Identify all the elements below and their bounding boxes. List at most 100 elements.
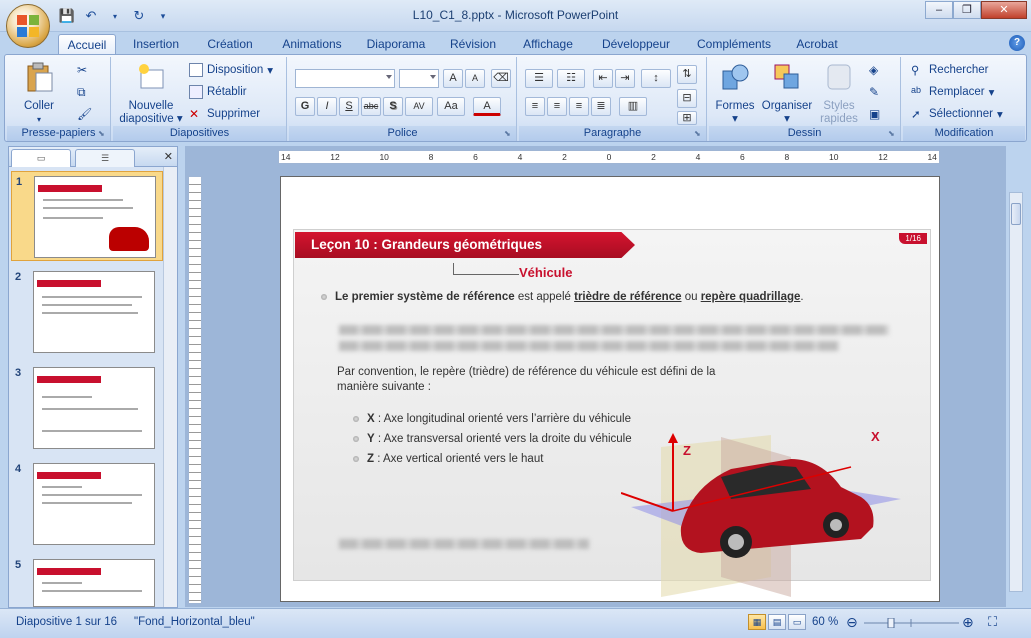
tab-complements[interactable]: Compléments xyxy=(692,34,776,54)
clear-format-icon[interactable]: ⌫ xyxy=(491,69,511,88)
slide-thumbnail[interactable]: 1 xyxy=(11,171,163,261)
bold-button[interactable]: G xyxy=(295,97,315,116)
dialog-launcher-icon[interactable]: ⬊ xyxy=(694,129,704,139)
copy-icon[interactable]: ⧉ xyxy=(77,85,91,99)
font-size-select[interactable] xyxy=(399,69,439,88)
office-button[interactable] xyxy=(6,4,50,48)
close-icon[interactable]: ✕ xyxy=(164,150,173,163)
page-number: 1/16 xyxy=(899,233,927,244)
zoom-in-icon[interactable]: ⊕ xyxy=(962,614,974,631)
smartart-icon[interactable]: ⊞ xyxy=(677,111,697,125)
restore-button[interactable]: ❐ xyxy=(953,1,981,19)
font-color-button[interactable]: A xyxy=(473,97,501,116)
align-text-icon[interactable]: ⊟ xyxy=(677,89,697,108)
slides-pane-scrollbar[interactable] xyxy=(163,167,177,607)
text-direction-icon[interactable]: ⇅ xyxy=(677,65,697,84)
paste-button[interactable]: Coller ▾ xyxy=(11,61,67,126)
zoom-slider-thumb[interactable] xyxy=(887,618,895,628)
change-case-button[interactable]: Aa xyxy=(437,97,465,116)
horizontal-ruler[interactable]: 14 12 10 8 6 4 2 0 2 4 6 8 10 12 14 xyxy=(278,150,940,164)
slide-thumbnail[interactable]: 2 xyxy=(11,267,163,357)
scrollbar-thumb[interactable] xyxy=(1011,203,1021,225)
arrange-button[interactable]: Organiser ▾ xyxy=(759,61,815,126)
underline-button[interactable]: S xyxy=(339,97,359,116)
font-family-select[interactable] xyxy=(295,69,395,88)
vertical-ruler[interactable] xyxy=(188,176,202,604)
theme-name[interactable]: "Fond_Horizontal_bleu" xyxy=(134,616,255,628)
convention-text[interactable]: Par convention, le repère (trièdre) de r… xyxy=(337,365,715,395)
tab-affichage[interactable]: Affichage xyxy=(516,34,580,54)
slideshow-icon[interactable]: ▭ xyxy=(788,614,806,630)
close-button[interactable]: ✕ xyxy=(981,1,1027,19)
layout-button[interactable]: Disposition ▾ xyxy=(189,61,273,79)
tab-outline-icon[interactable]: ☰ xyxy=(75,149,135,167)
spacing-button[interactable]: AV xyxy=(405,97,433,116)
status-bar: Diapositive 1 sur 16 "Fond_Horizontal_bl… xyxy=(0,608,1031,638)
slide-title[interactable]: Leçon 10 : Grandeurs géométriques caract… xyxy=(295,232,635,258)
slide-thumbnail[interactable]: 4 xyxy=(11,459,163,549)
normal-view-icon[interactable]: ▦ xyxy=(748,614,766,630)
dialog-launcher-icon[interactable]: ⬊ xyxy=(98,129,108,139)
tab-diaporama[interactable]: Diaporama xyxy=(362,34,430,54)
minimize-button[interactable]: – xyxy=(925,1,953,19)
find-button[interactable]: ⚲ Rechercher xyxy=(911,61,988,79)
new-slide-button[interactable]: Nouvelle diapositive ▾ xyxy=(119,61,183,126)
replace-icon: ab xyxy=(911,85,922,95)
align-left-icon[interactable]: ≡ xyxy=(525,97,545,116)
cursor-icon: ➚ xyxy=(911,109,921,121)
tab-insertion[interactable]: Insertion xyxy=(126,34,186,54)
grow-font-button[interactable]: A xyxy=(443,69,463,88)
align-center-icon[interactable]: ≡ xyxy=(547,97,567,116)
bullet-icon xyxy=(353,415,359,422)
slide-sorter-icon[interactable]: ▤ xyxy=(768,614,786,630)
zoom-out-icon[interactable]: ⊖ xyxy=(846,614,858,631)
tab-developpeur[interactable]: Développeur xyxy=(596,34,676,54)
shadow-button[interactable]: S xyxy=(383,97,403,116)
help-icon[interactable]: ? xyxy=(1009,35,1025,51)
fill-icon[interactable]: ◈ xyxy=(869,63,883,77)
outline-icon[interactable]: ✎ xyxy=(869,85,883,99)
replace-button[interactable]: ab Remplacer ▾ xyxy=(911,83,994,101)
zoom-level[interactable]: 60 % xyxy=(812,616,838,628)
format-painter-icon[interactable]: 🖌 xyxy=(77,107,92,121)
bullets-icon[interactable]: ☰ xyxy=(525,69,553,88)
tab-slides-icon[interactable]: ▭ xyxy=(11,149,71,167)
slide-thumbnail[interactable]: 5 xyxy=(11,555,163,607)
fit-to-window-icon[interactable]: ⛶ xyxy=(988,614,997,630)
decrease-indent-icon[interactable]: ⇤ xyxy=(593,69,613,88)
group-drawing: Formes▾ Organiser▾ Stylesrapides ▾ ◈ ✎ ▣… xyxy=(709,57,901,141)
justify-icon[interactable]: ≣ xyxy=(591,97,611,116)
tab-acrobat[interactable]: Acrobat xyxy=(790,34,844,54)
strikethrough-button[interactable]: abc xyxy=(361,97,381,116)
italic-button[interactable]: I xyxy=(317,97,337,116)
slide-subtitle[interactable]: Véhicule xyxy=(519,265,572,280)
numbering-icon[interactable]: ☷ xyxy=(557,69,585,88)
tab-creation[interactable]: Création xyxy=(200,34,260,54)
shrink-font-button[interactable]: A xyxy=(465,69,485,88)
axis-item-z[interactable]: Z : Axe vertical orienté vers le haut xyxy=(353,453,543,465)
axis-item-x[interactable]: X : Axe longitudinal orienté vers l’arri… xyxy=(353,413,631,425)
increase-indent-icon[interactable]: ⇥ xyxy=(615,69,635,88)
columns-icon[interactable]: ▥ xyxy=(619,97,647,116)
shapes-button[interactable]: Formes ▾ xyxy=(713,61,757,126)
align-right-icon[interactable]: ≡ xyxy=(569,97,589,116)
effects-icon[interactable]: ▣ xyxy=(869,107,883,121)
zoom-slider[interactable] xyxy=(864,618,959,628)
slide-thumbnail[interactable]: 3 xyxy=(11,363,163,453)
car-axes-illustration[interactable]: Z Y X xyxy=(621,427,921,597)
dialog-launcher-icon[interactable]: ⬊ xyxy=(888,129,898,139)
axis-item-y[interactable]: Y : Axe transversal orienté vers la droi… xyxy=(353,433,632,445)
cut-icon[interactable]: ✂ xyxy=(77,63,91,77)
tab-animations[interactable]: Animations xyxy=(274,34,350,54)
delete-button[interactable]: ✕ Supprimer xyxy=(189,105,260,123)
line-spacing-icon[interactable]: ↕ xyxy=(641,69,671,88)
chevron-down-icon xyxy=(430,75,436,79)
select-button[interactable]: ➚ Sélectionner ▾ xyxy=(911,105,1003,123)
tab-accueil[interactable]: Accueil xyxy=(58,34,116,54)
dialog-launcher-icon[interactable]: ⬊ xyxy=(504,129,514,139)
slide-canvas[interactable]: Leçon 10 : Grandeurs géométriques caract… xyxy=(280,176,940,602)
tab-revision[interactable]: Révision xyxy=(446,34,500,54)
reset-button[interactable]: Rétablir xyxy=(189,83,247,101)
vertical-scrollbar[interactable] xyxy=(1009,192,1023,592)
intro-line[interactable]: Le premier système de référence est appe… xyxy=(321,291,804,303)
